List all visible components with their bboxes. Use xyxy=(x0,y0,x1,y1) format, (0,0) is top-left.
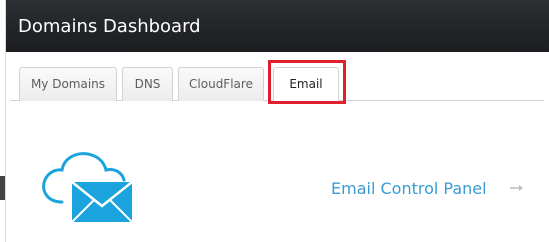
arrow-right-icon xyxy=(510,185,523,191)
email-control-panel-link[interactable]: Email Control Panel xyxy=(331,179,487,199)
tab-highlight-box xyxy=(268,60,346,104)
tab-cloudflare[interactable]: CloudFlare xyxy=(178,67,264,101)
tab-my-domains[interactable]: My Domains xyxy=(19,67,117,101)
panel-header: Domains Dashboard xyxy=(6,0,549,52)
tab-dns[interactable]: DNS xyxy=(122,67,173,101)
cloud-email-icon xyxy=(42,152,133,223)
page-title: Domains Dashboard xyxy=(18,16,201,37)
